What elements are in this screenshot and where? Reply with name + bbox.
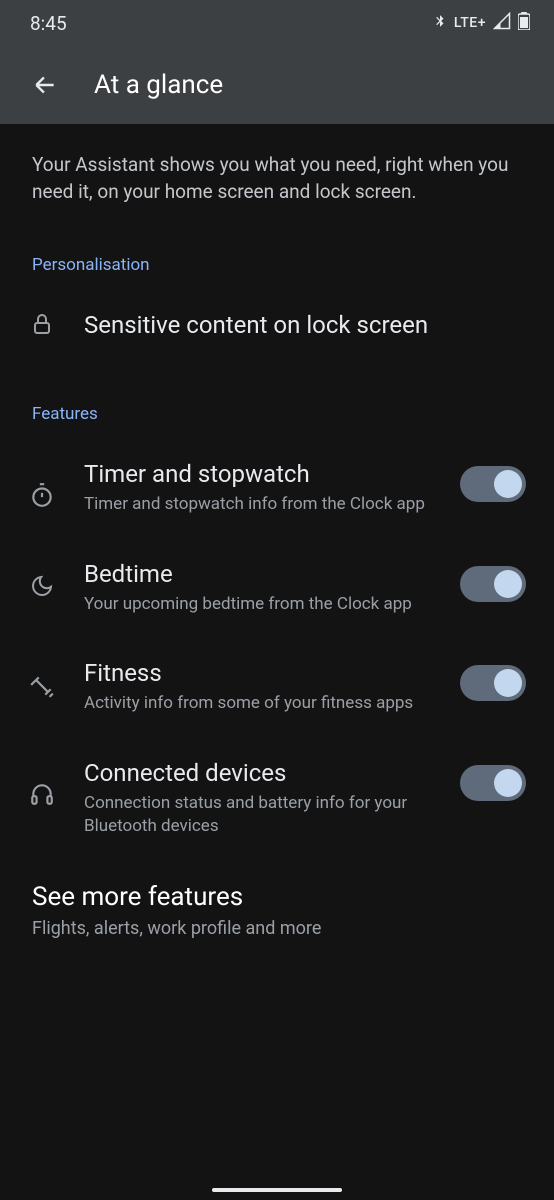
lock-icon <box>30 312 54 340</box>
dumbbell-icon <box>29 673 55 703</box>
connected-devices-row[interactable]: Connected devices Connection status and … <box>28 759 526 838</box>
see-more-subtitle: Flights, alerts, work profile and more <box>32 918 526 939</box>
see-more-title: See more features <box>32 882 526 912</box>
bedtime-toggle[interactable] <box>460 566 526 602</box>
signal-icon <box>493 12 511 34</box>
status-time: 8:45 <box>30 12 67 35</box>
section-features: Features <box>28 404 526 424</box>
section-personalisation: Personalisation <box>28 255 526 275</box>
bedtime-row[interactable]: Bedtime Your upcoming bedtime from the C… <box>28 560 526 616</box>
bedtime-title: Bedtime <box>84 560 432 589</box>
connected-toggle[interactable] <box>460 765 526 801</box>
app-bar: At a glance <box>0 46 554 124</box>
stopwatch-icon <box>29 482 55 512</box>
connected-subtitle: Connection status and battery info for y… <box>84 792 432 838</box>
fitness-subtitle: Activity info from some of your fitness … <box>84 692 432 715</box>
battery-icon <box>518 12 530 34</box>
home-indicator[interactable] <box>212 1188 342 1192</box>
back-button[interactable] <box>32 72 58 98</box>
timer-title: Timer and stopwatch <box>84 460 432 489</box>
connected-title: Connected devices <box>84 759 432 788</box>
timer-subtitle: Timer and stopwatch info from the Clock … <box>84 493 432 516</box>
headphones-icon <box>29 781 55 811</box>
status-icons: LTE+ <box>433 12 530 34</box>
fitness-toggle[interactable] <box>460 665 526 701</box>
status-bar: 8:45 LTE+ <box>0 0 554 46</box>
bluetooth-icon <box>433 12 447 34</box>
moon-icon <box>30 574 54 602</box>
fitness-row[interactable]: Fitness Activity info from some of your … <box>28 659 526 715</box>
page-title: At a glance <box>94 70 223 100</box>
fitness-title: Fitness <box>84 659 432 688</box>
network-label: LTE+ <box>454 15 486 31</box>
see-more-row[interactable]: See more features Flights, alerts, work … <box>28 882 526 939</box>
sensitive-content-title: Sensitive content on lock screen <box>84 311 526 340</box>
page-description: Your Assistant shows you what you need, … <box>28 124 526 205</box>
timer-toggle[interactable] <box>460 466 526 502</box>
bedtime-subtitle: Your upcoming bedtime from the Clock app <box>84 593 432 616</box>
sensitive-content-row[interactable]: Sensitive content on lock screen <box>28 311 526 340</box>
timer-row[interactable]: Timer and stopwatch Timer and stopwatch … <box>28 460 526 516</box>
